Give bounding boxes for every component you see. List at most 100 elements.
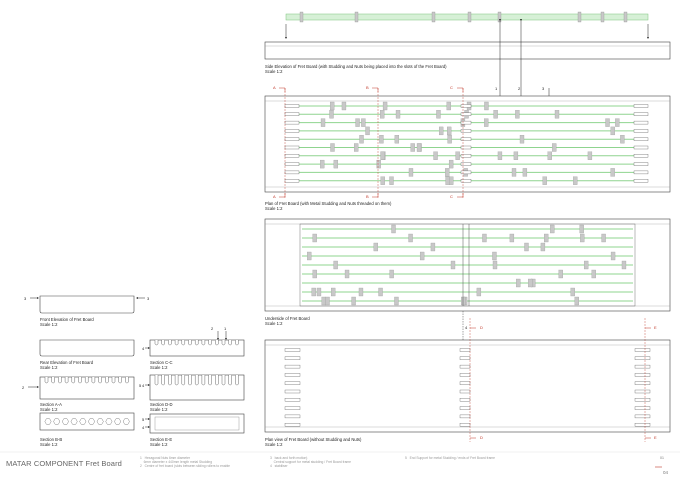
- caption-scale: Scale 1:2: [40, 365, 58, 370]
- slot: [633, 104, 649, 108]
- slot: [633, 129, 649, 133]
- slot: [284, 162, 300, 166]
- mark-3-left: 3: [24, 296, 27, 301]
- nut: [382, 101, 388, 111]
- slot: [634, 389, 651, 394]
- slot: [460, 112, 472, 116]
- page-number: 04: [663, 470, 669, 475]
- nut: [378, 287, 383, 297]
- slot: [58, 377, 62, 384]
- mark-2: 2: [518, 86, 521, 91]
- mark-b-bottom: B: [366, 194, 369, 199]
- nut: [615, 118, 620, 127]
- note-text: stabiliser: [274, 464, 288, 468]
- nut: [447, 135, 452, 144]
- nut: [583, 260, 589, 270]
- footer-note-2: 2 Centre of fret board (slots between sl…: [140, 464, 230, 469]
- nut: [353, 143, 359, 152]
- nut: [379, 135, 384, 144]
- nut: [448, 159, 454, 169]
- hex-nut: [70, 418, 78, 425]
- footer-note-4: 4 stabiliser: [270, 464, 288, 469]
- nut: [410, 143, 415, 152]
- nut: [391, 224, 396, 234]
- nut: [552, 143, 557, 152]
- nut: [522, 168, 528, 177]
- caption-scale: Scale 1:2: [40, 322, 58, 327]
- nut: [605, 118, 610, 127]
- slot: [284, 129, 300, 133]
- slot: [284, 112, 300, 116]
- nut: [373, 242, 379, 252]
- nut: [312, 233, 317, 243]
- caption-scale: Scale 1:2: [150, 365, 168, 370]
- nut: [544, 233, 549, 243]
- nut: [395, 110, 401, 119]
- caption-plan: Plan of Fret Board (with Metal Studding …: [265, 201, 391, 211]
- nut: [497, 11, 502, 23]
- slot: [633, 154, 649, 158]
- slot: [459, 423, 471, 427]
- nut: [461, 296, 466, 306]
- nut: [436, 110, 441, 119]
- slot: [633, 179, 649, 183]
- section-aa: [28, 376, 135, 400]
- mark-a-top: A: [273, 85, 276, 90]
- section-dd: [145, 374, 245, 401]
- mark-c-bottom: C: [450, 194, 453, 199]
- caption-scale: Scale 1:2: [265, 206, 283, 211]
- nut: [580, 233, 585, 243]
- nut: [610, 126, 615, 136]
- slot: [633, 145, 649, 150]
- nut: [351, 296, 356, 306]
- nut: [446, 101, 451, 111]
- slot: [188, 340, 192, 346]
- slot: [235, 340, 239, 346]
- nut: [511, 168, 517, 177]
- nut: [311, 287, 316, 297]
- nut: [380, 110, 385, 119]
- nut: [621, 260, 627, 270]
- slot: [459, 389, 471, 394]
- nut: [497, 151, 503, 160]
- nut: [445, 168, 450, 177]
- slot: [195, 375, 199, 386]
- slot: [634, 373, 651, 377]
- mark-e-top: E: [654, 325, 657, 330]
- caption-scale: Scale 1:2: [150, 407, 168, 412]
- nut: [365, 126, 370, 136]
- caption-scale: Scale 1:2: [150, 442, 168, 447]
- note-number: 2: [140, 464, 142, 468]
- slot: [228, 340, 232, 346]
- nut: [570, 287, 575, 297]
- slot: [459, 364, 471, 369]
- slot: [460, 129, 472, 133]
- slot: [633, 112, 649, 116]
- slot: [460, 162, 472, 166]
- note-text: End Support for metal Studding / ends of…: [409, 456, 495, 460]
- caption-section-aa: Section A-A Scale 1:2: [40, 402, 62, 412]
- slot: [634, 423, 651, 427]
- slot: [459, 348, 471, 352]
- nut: [325, 296, 330, 306]
- nut: [554, 110, 560, 119]
- nut: [380, 176, 385, 185]
- slot: [284, 373, 301, 377]
- note-number: 4: [270, 464, 272, 468]
- page-small: 01: [660, 456, 664, 460]
- mark-5-aa: 5: [139, 383, 142, 388]
- slot: [459, 414, 471, 419]
- nut: [408, 168, 414, 177]
- slot: [634, 398, 651, 402]
- nut: [354, 11, 359, 23]
- slot: [44, 377, 49, 384]
- slot: [154, 375, 159, 386]
- slot: [284, 170, 300, 175]
- nut: [574, 296, 579, 306]
- section-ee: [145, 413, 245, 434]
- slot: [284, 145, 300, 150]
- slot: [284, 406, 301, 410]
- slot: [460, 137, 472, 141]
- slot: [154, 340, 159, 346]
- hex-nut: [122, 418, 130, 425]
